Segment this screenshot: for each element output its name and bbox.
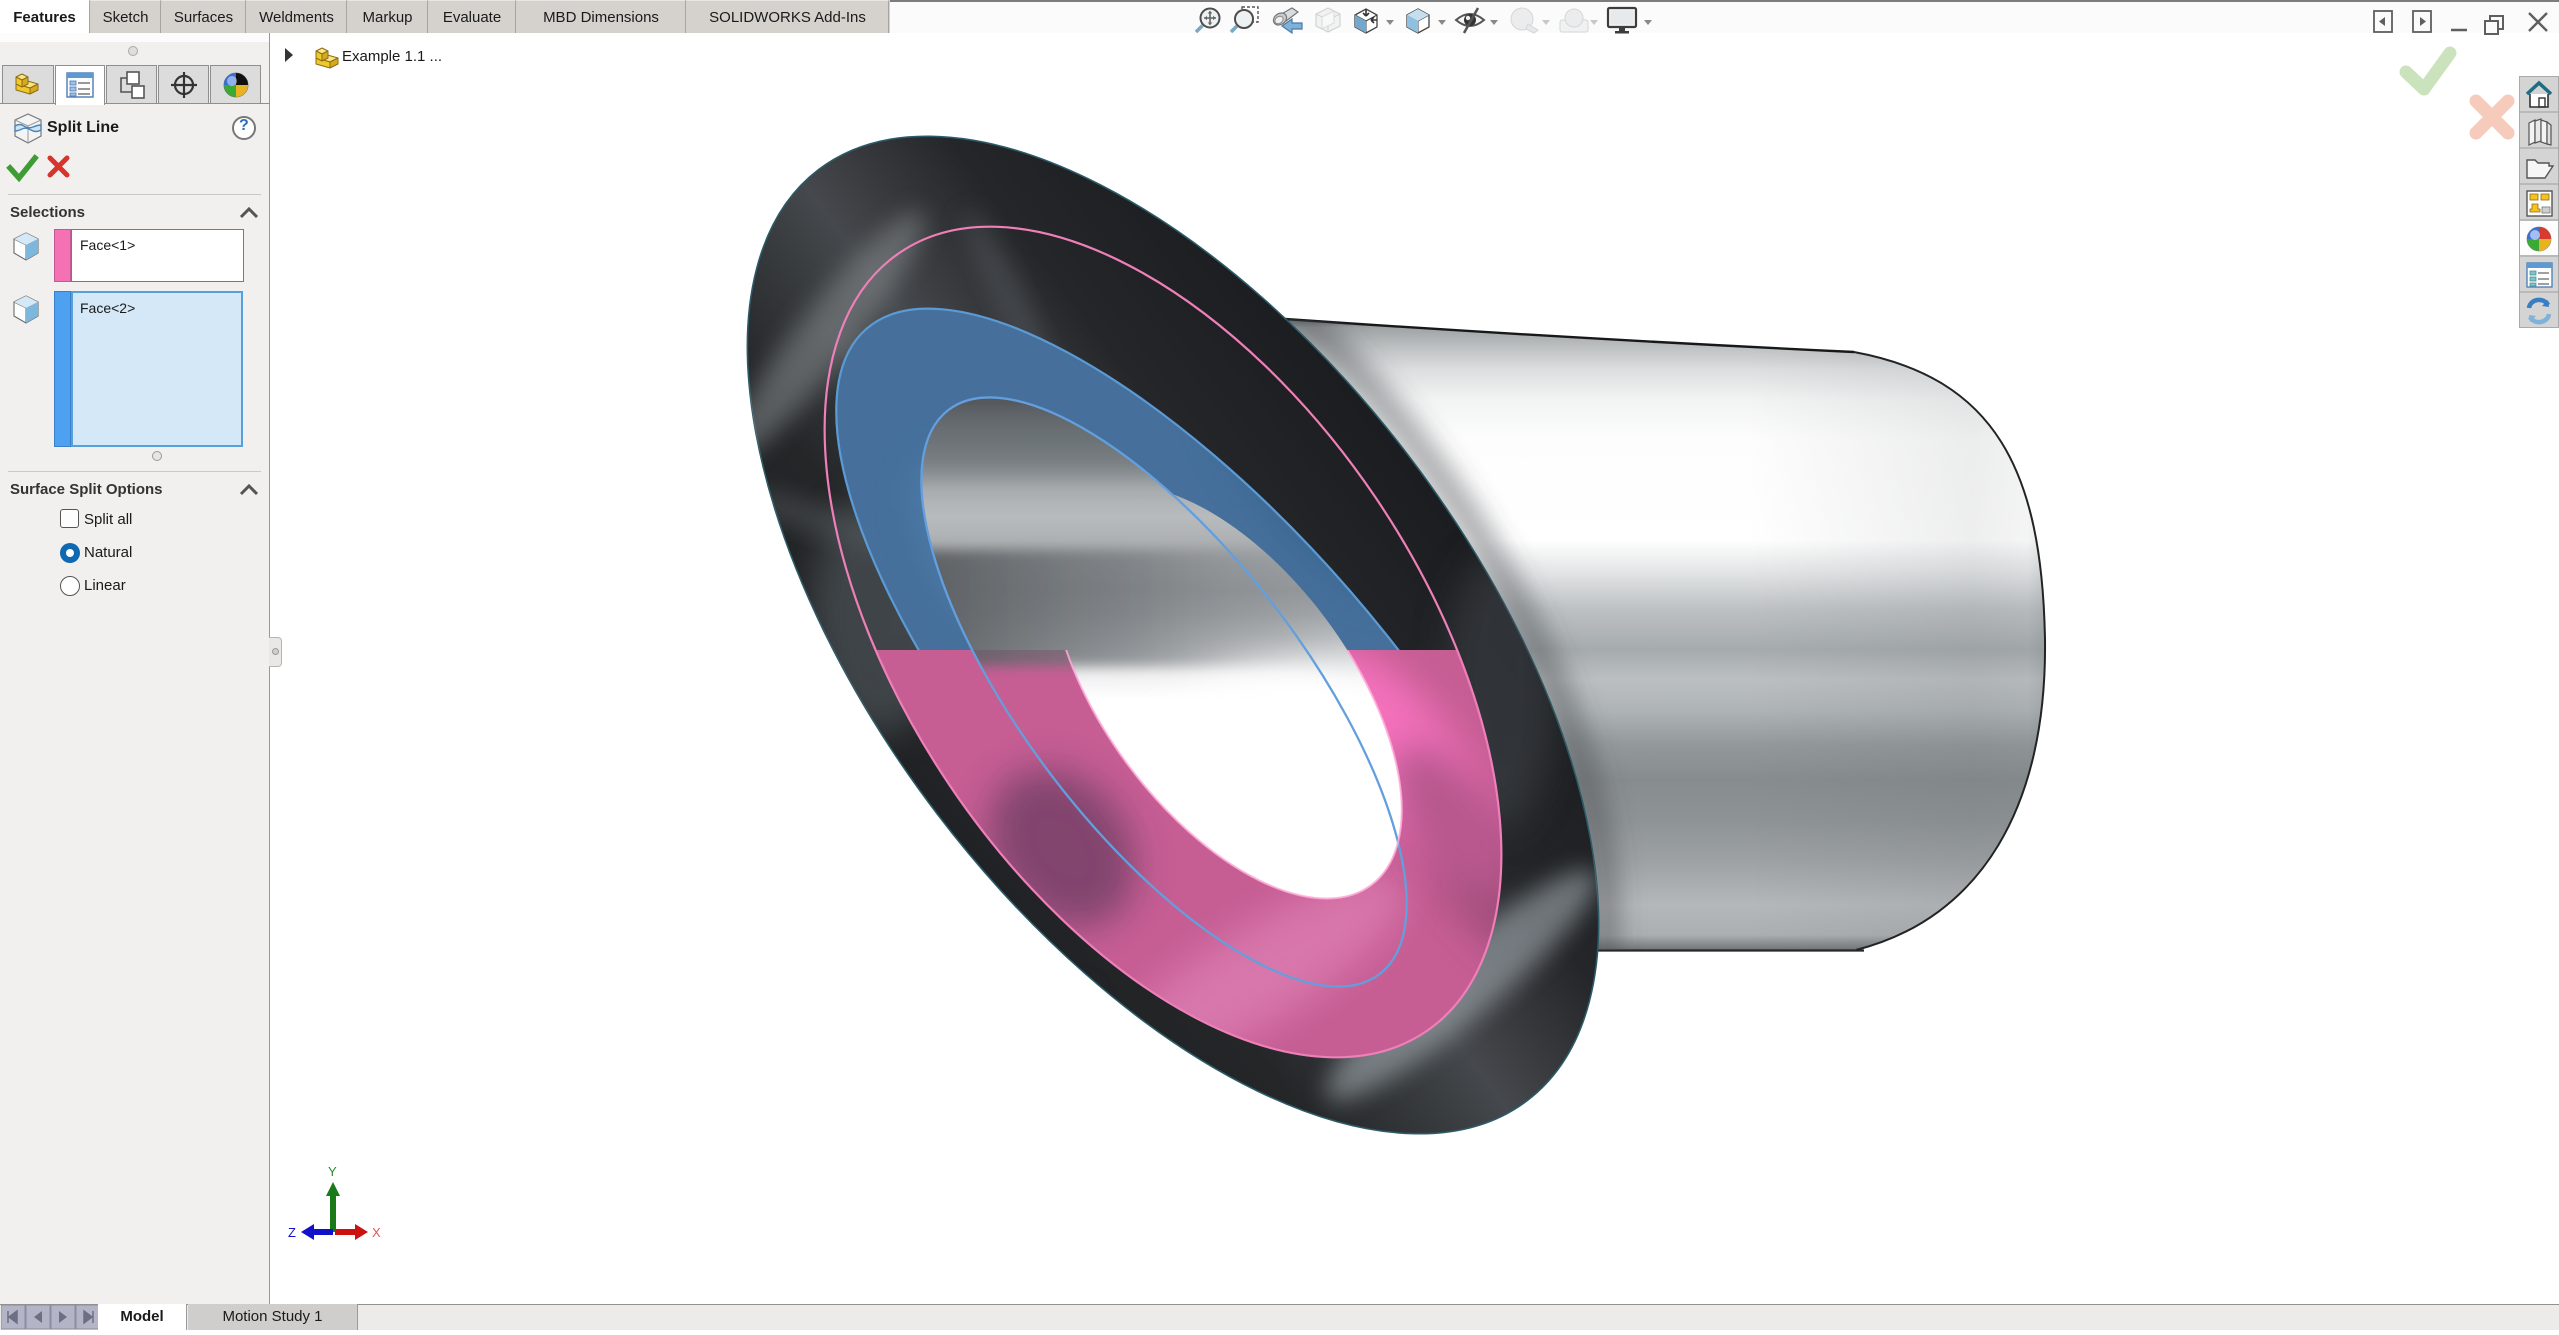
svg-text:Y: Y bbox=[328, 1164, 337, 1179]
svg-text:X: X bbox=[372, 1225, 381, 1240]
svg-text:Z: Z bbox=[288, 1225, 296, 1240]
